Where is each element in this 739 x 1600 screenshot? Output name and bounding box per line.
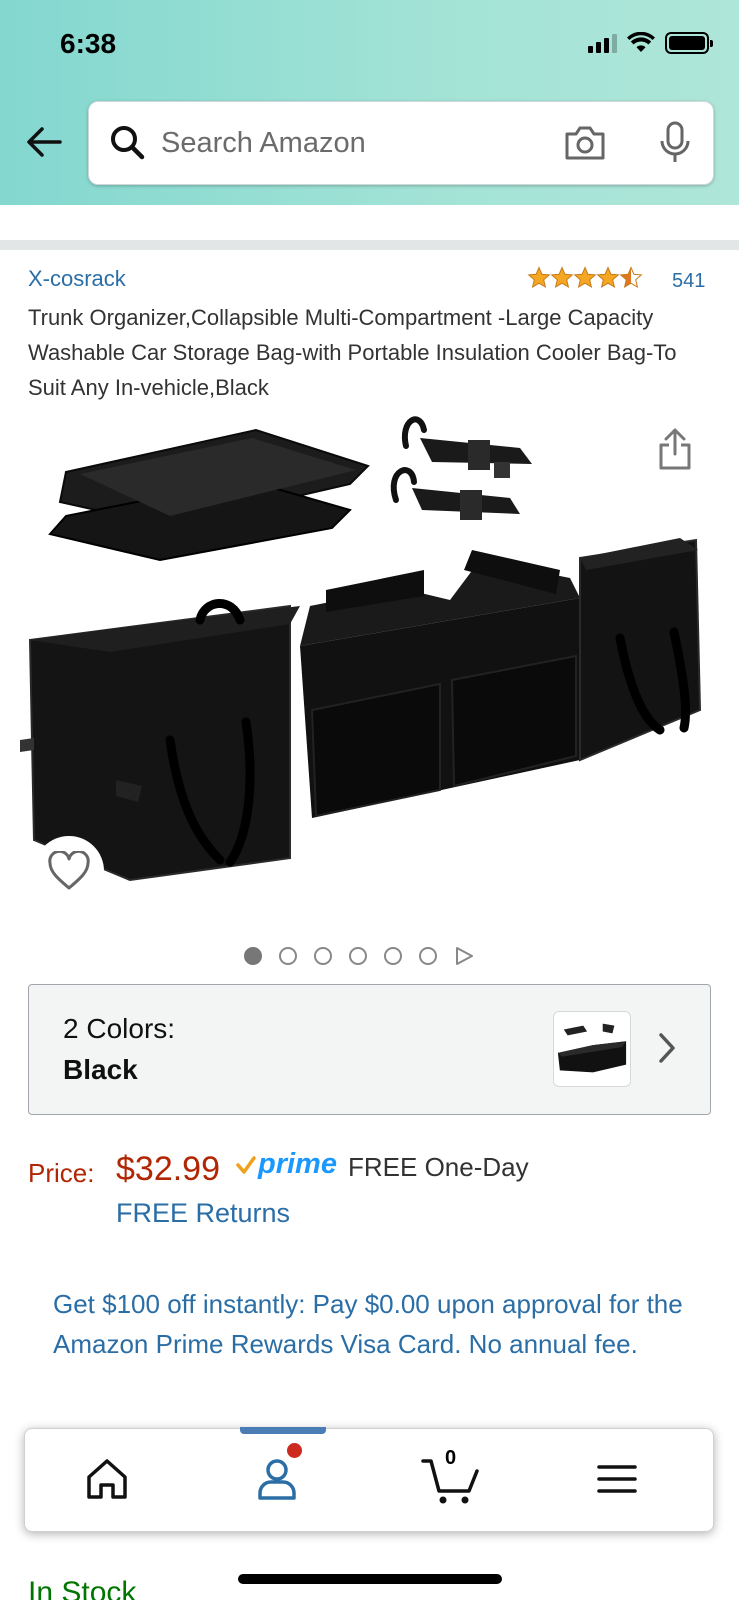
carousel-dot[interactable] [314,947,332,965]
notification-dot [287,1443,302,1458]
carousel-dot[interactable] [244,947,262,965]
review-count-link[interactable]: 541 [672,270,705,293]
wishlist-button[interactable] [34,836,104,906]
cart-count: 0 [445,1447,457,1469]
microphone-icon[interactable] [657,120,693,166]
price-label: Price: [28,1158,95,1188]
prime-check-icon [236,1155,256,1174]
star-rating[interactable] [527,266,645,290]
heart-icon [48,851,90,890]
chevron-right-icon [659,1033,675,1063]
search-icon [111,126,145,160]
play-video-icon[interactable] [454,946,474,966]
carousel-dot[interactable] [384,947,402,965]
bottom-nav-bar: 0 [24,1427,714,1532]
search-input[interactable] [161,120,541,166]
back-arrow-icon[interactable] [22,120,66,164]
delivery-info: FREE One-Day [348,1152,529,1182]
color-selector[interactable]: 2 Colors: Black [28,984,711,1115]
swatch-image [557,1023,627,1073]
prime-visa-promo-link[interactable]: Get $100 off instantly: Pay $0.00 upon a… [53,1284,693,1364]
colors-count-label: 2 Colors: [63,1013,176,1044]
home-icon [87,1459,127,1499]
stock-status: In Stock [28,1576,137,1600]
menu-icon [597,1465,637,1493]
app-header: 6:38 [0,0,739,205]
nav-cart[interactable]: 0 [421,1447,481,1513]
account-icon [258,1459,296,1500]
cellular-signal-icon [588,33,617,53]
nav-account[interactable] [251,1443,311,1513]
carousel-dot[interactable] [349,947,367,965]
color-swatch-thumbnail[interactable] [553,1011,631,1087]
free-returns-link[interactable]: FREE Returns [116,1198,290,1229]
camera-icon[interactable] [563,124,607,162]
carousel-dot[interactable] [279,947,297,965]
product-title: Trunk Organizer,Collapsible Multi-Compar… [28,305,677,400]
active-tab-indicator [240,1427,326,1434]
prime-badge: prime [236,1148,337,1181]
nav-menu[interactable] [591,1453,651,1513]
stars-icon [528,267,642,288]
battery-icon [665,32,713,54]
status-time: 6:38 [60,28,117,59]
carousel-dot[interactable] [419,947,437,965]
nav-home[interactable] [81,1453,141,1513]
home-indicator[interactable] [238,1574,502,1584]
product-image[interactable] [20,410,720,900]
share-icon[interactable] [658,428,692,470]
divider [0,240,739,250]
status-icons [588,32,713,54]
brand-link[interactable]: X-cosrack [28,266,126,292]
wifi-icon [627,32,655,52]
price-value: $32.99 [116,1150,220,1188]
search-bar[interactable] [88,101,714,185]
prime-logo: prime [258,1148,337,1180]
selected-color: Black [63,1054,138,1085]
image-carousel-dots[interactable] [244,946,474,966]
